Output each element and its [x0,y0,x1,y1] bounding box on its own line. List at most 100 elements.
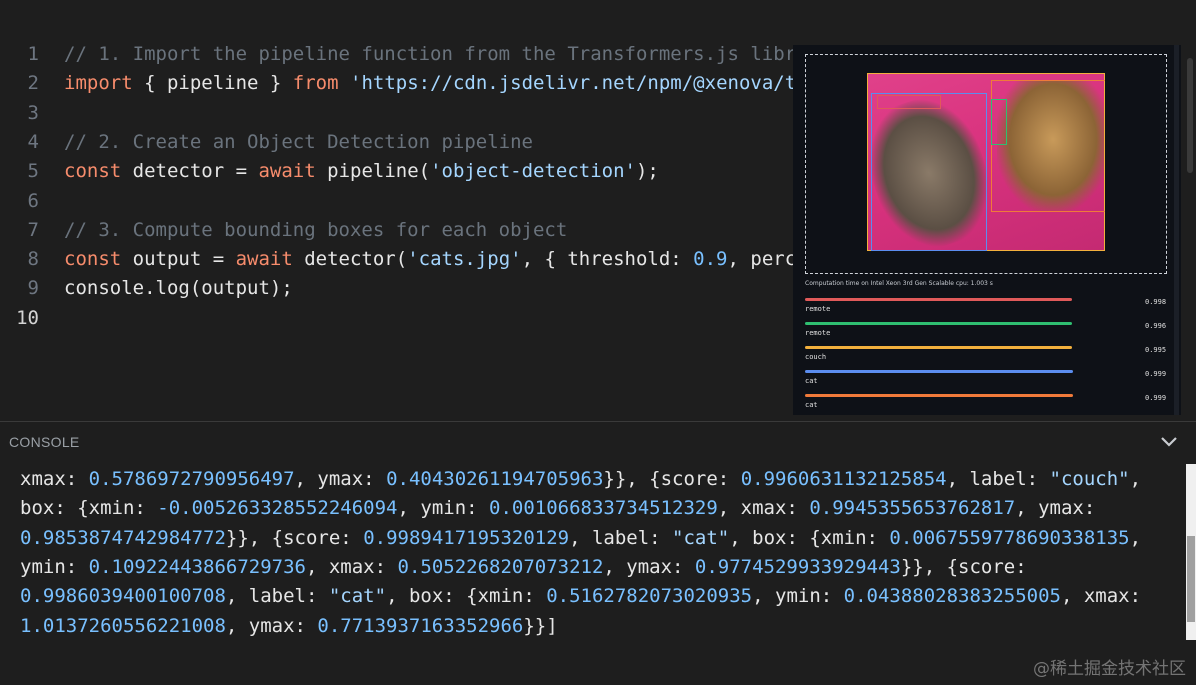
detection-score-bar [805,370,1073,373]
code-text: const detector = await pipeline('object-… [64,157,659,186]
bbox-remote-2 [991,99,1007,145]
image-dropzone[interactable] [805,54,1167,274]
code-token: ); [635,160,659,183]
code-token: , { threshold: [521,248,694,271]
code-token: output = [121,248,236,271]
code-editor[interactable]: 1 // 1. Import the pipeline function from… [0,0,1196,420]
code-text: // 1. Import the pipeline function from … [64,40,796,69]
console-token: ymin: [20,555,89,578]
code-token: import [64,72,133,95]
console-token: , ymin: [752,585,844,608]
console-output[interactable]: xmax: 0.5786972790956497, ymax: 0.404302… [0,461,1186,685]
console-token: , ymin: [397,497,490,520]
console-token: 0.04388028383255005 [843,585,1061,608]
console-token: , box: {xmin: [729,526,890,549]
console-scrollbar[interactable] [1186,464,1196,640]
console-token: "cat" [328,585,387,608]
code-token: from [292,72,339,95]
code-token: // 1. Import the pipeline function from … [64,43,797,65]
console-token: xmax: [20,468,89,490]
console-token: }}, {score: [900,555,1027,578]
console-token: , xmax: [717,497,810,520]
console-token: , xmax: [1060,585,1142,608]
console-token: 0.7713937163352966 [317,614,524,637]
console-token: , ymax: [603,555,695,578]
console-header: CONSOLE [0,421,1196,462]
code-token: 0.9 [693,248,728,271]
code-token: detector( [292,248,408,271]
console-token: , [1129,526,1142,549]
bbox-remote-1 [877,95,941,109]
console-token: 0.5162782073020935 [546,585,753,608]
console-token: -0.005263328552246094 [157,497,398,520]
line-number: 7 [27,218,39,241]
detection-score: 0.996 [1145,322,1167,330]
console-token: , [1129,468,1142,490]
computation-time: Computation time on Intel Xeon 3rd Gen S… [805,280,993,287]
line-number: 10 [16,306,39,329]
line-number: 4 [27,130,39,153]
console-token: , ymax: [1015,497,1096,520]
console-line: ymin: 0.10922443866729736, xmax: 0.50522… [20,553,1027,582]
code-token: 'https://cdn.jsdelivr.net/npm/@xenova/t [350,72,797,95]
detection-label: couch [805,353,827,361]
detection-score: 0.998 [1145,298,1167,306]
detection-score-bar [805,346,1072,349]
console-token: 0.0067559778690338135 [889,526,1130,549]
code-token: console.log(output); [64,277,293,300]
console-token: 1.0137260556221008 [20,614,226,637]
console-token: 0.5052268207073212 [397,555,604,578]
console-scrollbar-thumb[interactable] [1187,536,1195,622]
console-token: 0.10922443866729736 [88,555,306,578]
line-number: 6 [27,189,39,212]
line-number: 5 [27,160,39,183]
code-token: { pipeline } [132,72,293,95]
bbox-cat-left [871,93,987,251]
console-title: CONSOLE [9,434,80,450]
code-token: // 2. Create an Object Detection pipelin… [64,130,533,153]
console-line: xmax: 0.5786972790956497, ymax: 0.404302… [20,465,1141,494]
console-token: , box: {xmin: [386,585,547,608]
code-text: // 3. Compute bounding boxes for each ob… [64,216,567,245]
line-number: 2 [27,72,39,95]
watermark: @稀土掘金技术社区 [1033,659,1186,679]
code-text: // 2. Create an Object Detection pipelin… [64,128,533,157]
console-token: 0.40430261194705963 [386,468,604,490]
console-line: 0.9853874742984772}}, {score: 0.99894171… [20,524,1141,553]
console-line: 0.9986039400100708, label: "cat", box: {… [20,582,1141,611]
code-token: pipeline( [315,160,431,183]
chevron-down-icon[interactable] [1160,434,1178,448]
console-token: box: {xmin: [20,497,158,520]
code-text: import { pipeline } from 'https://cdn.js… [64,69,796,98]
console-token: , ymax: [294,468,387,490]
code-token: detector = [121,160,259,183]
console-token: 0.9986039400100708 [20,585,226,608]
editor-scrollbar[interactable] [1187,58,1193,173]
cats-image [867,73,1105,251]
console-token: }}, {score: [225,526,364,549]
detection-label: remote [805,329,831,337]
code-token: // 3. Compute bounding boxes for each ob… [64,218,568,241]
line-number: 3 [27,101,39,124]
console-token: , ymax: [225,614,318,637]
console-token: }}, {score: [603,468,741,490]
console-token: 0.5786972790956497 [88,468,295,490]
detection-score: 0.995 [1145,346,1167,354]
code-token: const [64,248,122,271]
detection-score-bar [805,322,1072,325]
console-token: 0.9945355653762817 [809,497,1016,520]
preview-scrollbar[interactable] [1174,45,1179,415]
console-line: 1.0137260556221008, ymax: 0.771393716335… [20,612,558,641]
detection-score: 0.999 [1145,370,1167,378]
detection-score: 0.999 [1145,394,1167,402]
detection-label: cat [805,377,818,385]
line-number: 9 [27,277,39,300]
code-token: await [258,160,316,183]
detection-preview: Computation time on Intel Xeon 3rd Gen S… [793,45,1181,415]
console-token: 0.9989417195320129 [363,526,570,549]
code-token: const [64,160,122,183]
console-token: "cat" [672,526,730,549]
code-token: await [235,248,293,271]
code-text: console.log(output); [64,274,293,303]
